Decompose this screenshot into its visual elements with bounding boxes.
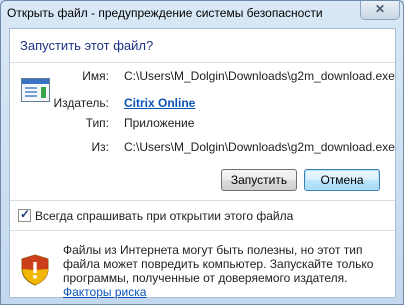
window-title: Открыть файл - предупреждение системы бе…	[7, 6, 323, 20]
type-label: Тип:	[85, 116, 109, 130]
from-label: Из:	[91, 140, 109, 154]
checkmark-icon: ✓	[20, 207, 31, 221]
from-value: C:\Users\M_Dolgin\Downloads\g2m_download…	[124, 140, 395, 154]
warning-text: Файлы из Интернета могут быть полезны, н…	[63, 243, 391, 299]
always-ask-label[interactable]: Всегда спрашивать при открытии этого фай…	[35, 209, 293, 223]
name-label: Имя:	[82, 69, 109, 83]
dialog-heading: Запустить этот файл?	[20, 38, 154, 53]
close-icon: ✕	[374, 2, 386, 16]
publisher-link[interactable]: Citrix Online	[124, 96, 195, 110]
divider	[10, 62, 395, 63]
cancel-button[interactable]: Отмена	[304, 169, 380, 191]
close-button[interactable]: ✕	[360, 1, 400, 20]
divider	[10, 230, 395, 231]
publisher-label: Издатель:	[53, 96, 110, 110]
security-shield-icon	[21, 254, 49, 286]
divider	[10, 200, 395, 201]
warning-message: Файлы из Интернета могут быть полезны, н…	[63, 243, 374, 285]
always-ask-checkbox[interactable]: ✓	[18, 207, 31, 222]
title-bar[interactable]: Открыть файл - предупреждение системы бе…	[1, 1, 403, 27]
name-value: C:\Users\M_Dolgin\Downloads\g2m_download…	[124, 69, 395, 83]
risk-factors-link[interactable]: Факторы риска	[63, 285, 146, 299]
dialog-content: Запустить этот файл? Имя: C:\Users\M_Dol…	[9, 28, 396, 299]
type-value: Приложение	[124, 116, 195, 130]
run-button[interactable]: Запустить	[221, 169, 297, 191]
security-warning-dialog: Открыть файл - предупреждение системы бе…	[0, 0, 404, 305]
